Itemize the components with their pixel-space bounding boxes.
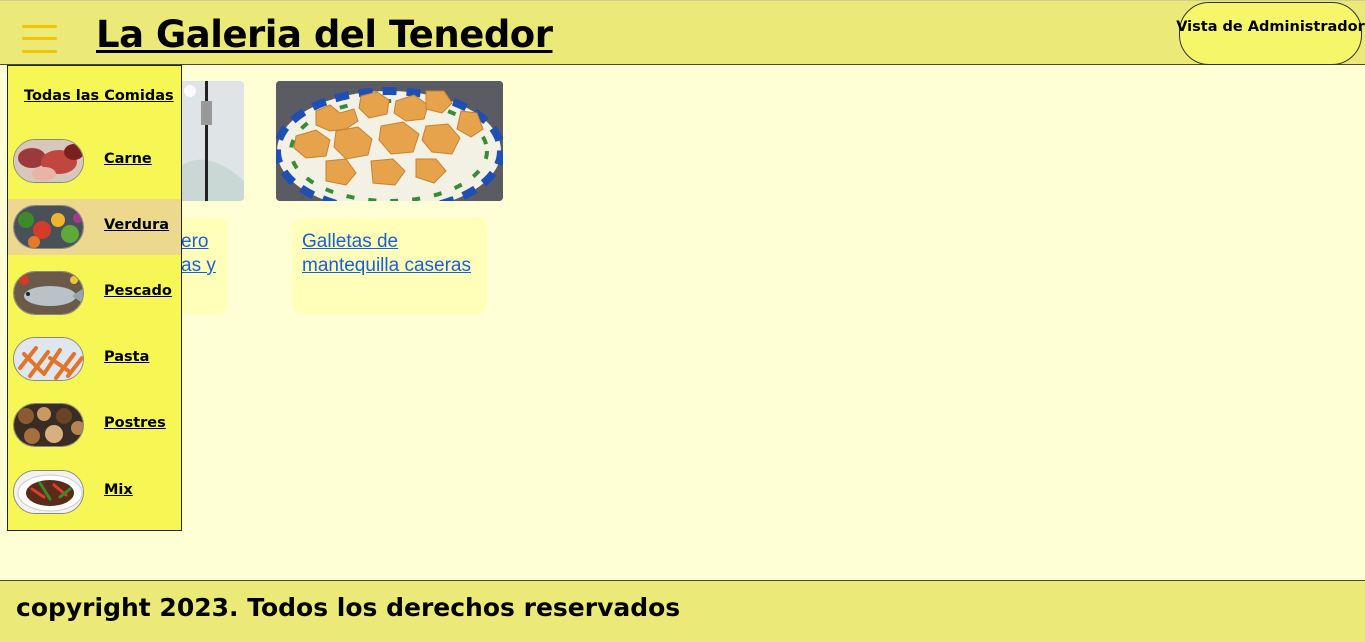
menu-item-label: Pasta xyxy=(104,349,150,365)
site-footer: copyright 2023. Todos los derechos reser… xyxy=(0,580,1365,642)
vegetables-thumb xyxy=(13,205,84,249)
menu-item-mix[interactable]: Mix xyxy=(8,464,181,520)
meat-thumb xyxy=(13,139,84,183)
hamburger-bar xyxy=(22,37,57,40)
mix-thumb xyxy=(13,470,84,514)
menu-item-pasta[interactable]: Pasta xyxy=(8,331,181,387)
hamburger-bar xyxy=(22,25,57,28)
menu-item-label: Pescado xyxy=(104,283,172,299)
desserts-thumb xyxy=(13,403,84,447)
admin-view-button[interactable]: Vista de Administrador xyxy=(1176,2,1365,65)
menu-item-label: Mix xyxy=(104,482,133,498)
menu-item-postres[interactable]: Postres xyxy=(8,397,181,453)
menu-item-label: Carne xyxy=(104,151,152,167)
pasta-thumb xyxy=(13,337,84,381)
site-header: La Galeria del Tenedor Vista de Administ… xyxy=(0,0,1365,65)
category-sidemenu: Todas las Comidas Carne Verdura Pescado … xyxy=(7,65,182,531)
recipe-image[interactable] xyxy=(276,81,503,201)
site-title-link[interactable]: La Galeria del Tenedor xyxy=(96,13,553,56)
menu-item-label: Verdura xyxy=(104,217,170,233)
menu-item-carne[interactable]: Carne xyxy=(8,133,181,189)
menu-item-pescado[interactable]: Pescado xyxy=(8,265,181,321)
fish-thumb xyxy=(13,271,84,315)
recipe-title-link[interactable]: Galletas de mantequilla caseras xyxy=(302,230,482,278)
hamburger-bar xyxy=(22,50,57,53)
footer-copyright: copyright 2023. Todos los derechos reser… xyxy=(16,593,681,622)
menu-item-label: Postres xyxy=(104,415,166,431)
recipe-title-link[interactable]: ero as y xyxy=(181,230,221,278)
hamburger-icon[interactable] xyxy=(22,23,58,53)
menu-all-foods[interactable]: Todas las Comidas xyxy=(24,88,174,104)
menu-item-verdura[interactable]: Verdura xyxy=(8,199,181,255)
